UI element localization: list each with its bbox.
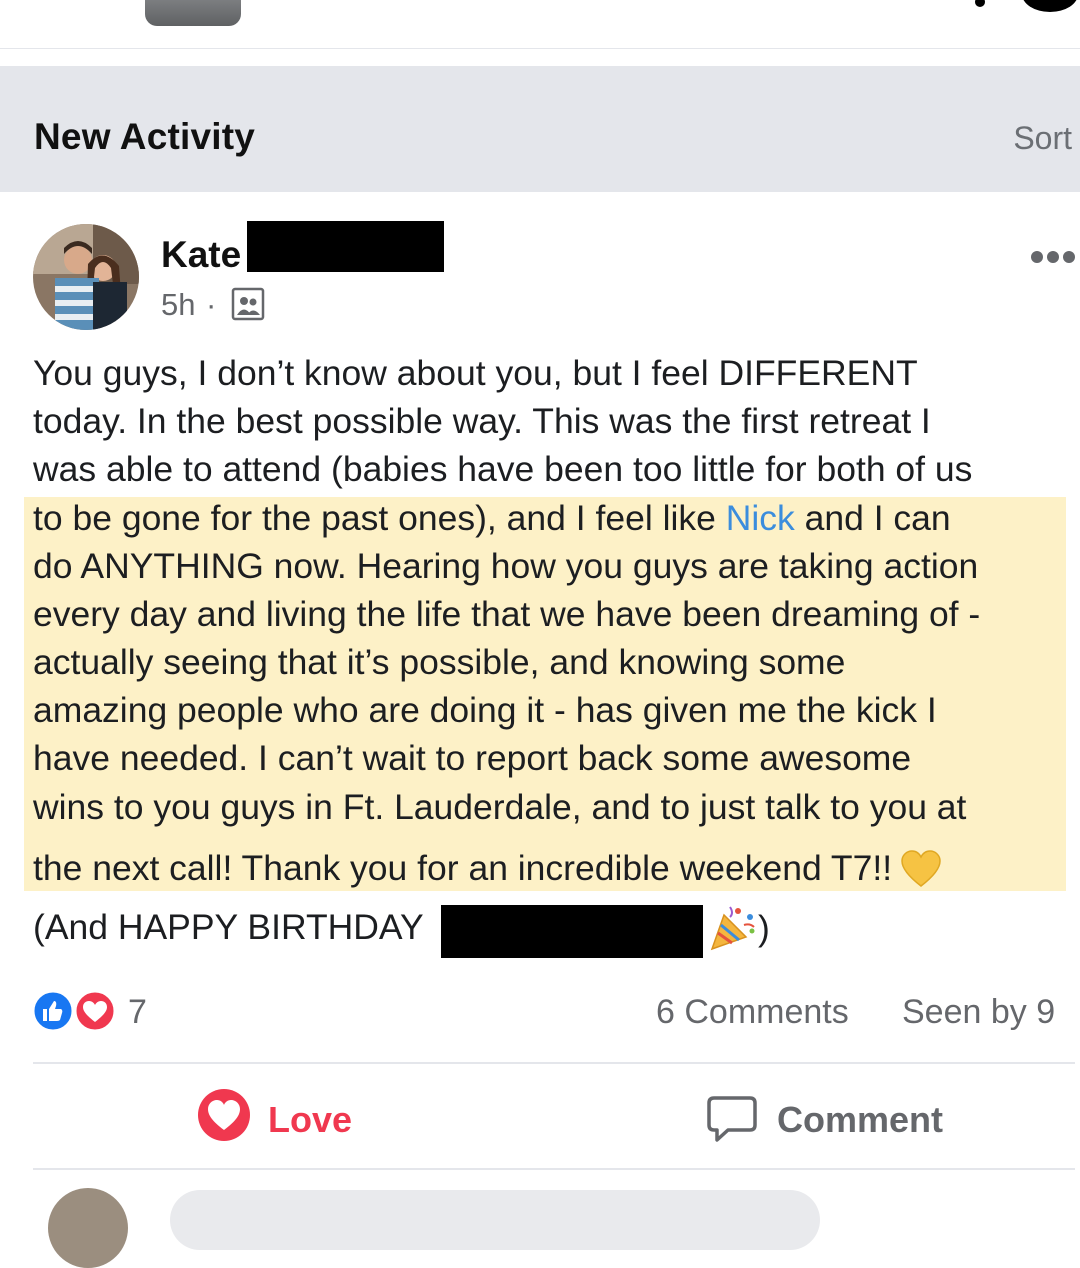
party-popper-emoji: [710, 906, 755, 951]
comments-count[interactable]: 6 Comments: [656, 993, 849, 1032]
post-text-segment: and I can: [794, 498, 951, 538]
group-icon: [231, 287, 265, 321]
thumbnail-image[interactable]: [145, 0, 241, 26]
love-button[interactable]: Love: [197, 1088, 367, 1148]
post-text-line: amazing people who are doing it - has gi…: [33, 690, 937, 730]
reaction-icons[interactable]: [31, 989, 121, 1033]
love-label: Love: [268, 1099, 353, 1140]
divider: [33, 1168, 1075, 1170]
post-text-line: actually seeing that it’s possible, and …: [33, 642, 846, 682]
top-profile-icon[interactable]: [1022, 0, 1078, 12]
post-text-line: was able to attend (babies have been too…: [33, 449, 973, 489]
post-text-line: have needed. I can’t wait to report back…: [33, 738, 912, 778]
post-text-line: You guys, I don’t know about you, but I …: [33, 353, 918, 393]
comment-button[interactable]: Comment: [706, 1092, 966, 1148]
comment-label: Comment: [777, 1099, 944, 1140]
post-text-segment: ): [758, 908, 770, 948]
reaction-count[interactable]: 7: [128, 993, 147, 1032]
commenter-avatar[interactable]: [48, 1188, 128, 1268]
redaction-bar: [441, 905, 703, 958]
author-avatar[interactable]: [33, 224, 139, 330]
redaction-bar: [247, 221, 444, 272]
seen-by-count[interactable]: Seen by 9: [902, 993, 1055, 1032]
post-text-line: to be gone for the past ones), and I fee…: [33, 498, 951, 538]
post-text-line: today. In the best possible way. This wa…: [33, 401, 931, 441]
comment-icon: [707, 1096, 757, 1142]
post-timestamp[interactable]: 5h: [161, 287, 195, 323]
post-text-line: (And HAPPY BIRTHDAY: [33, 907, 424, 947]
mention-link[interactable]: Nick: [726, 498, 795, 538]
love-reaction-icon: [73, 989, 117, 1033]
post-text-line: every day and living the life that we ha…: [33, 594, 981, 634]
sort-button[interactable]: Sort: [1013, 120, 1072, 157]
top-icons: [975, 0, 1078, 12]
more-options-icon[interactable]: [1030, 248, 1076, 266]
post-text-line: wins to you guys in Ft. Lauderdale, and …: [33, 787, 967, 827]
love-icon: [198, 1089, 250, 1141]
section-title: New Activity: [34, 116, 256, 157]
top-dot-icon: [975, 0, 985, 7]
meta-separator: ·: [206, 287, 217, 322]
comment-input[interactable]: [170, 1190, 820, 1250]
like-reaction-icon: [31, 989, 75, 1033]
author-name[interactable]: Kate: [161, 234, 241, 276]
post-text-line: the next call! Thank you for an incredib…: [33, 848, 942, 890]
yellow-heart-emoji: [901, 850, 941, 887]
post-text-segment: the next call! Thank you for an incredib…: [33, 848, 893, 888]
post-text-line: do ANYTHING now. Hearing how you guys ar…: [33, 546, 979, 586]
divider: [33, 1062, 1075, 1064]
post-text-segment: to be gone for the past ones), and I fee…: [33, 498, 726, 538]
